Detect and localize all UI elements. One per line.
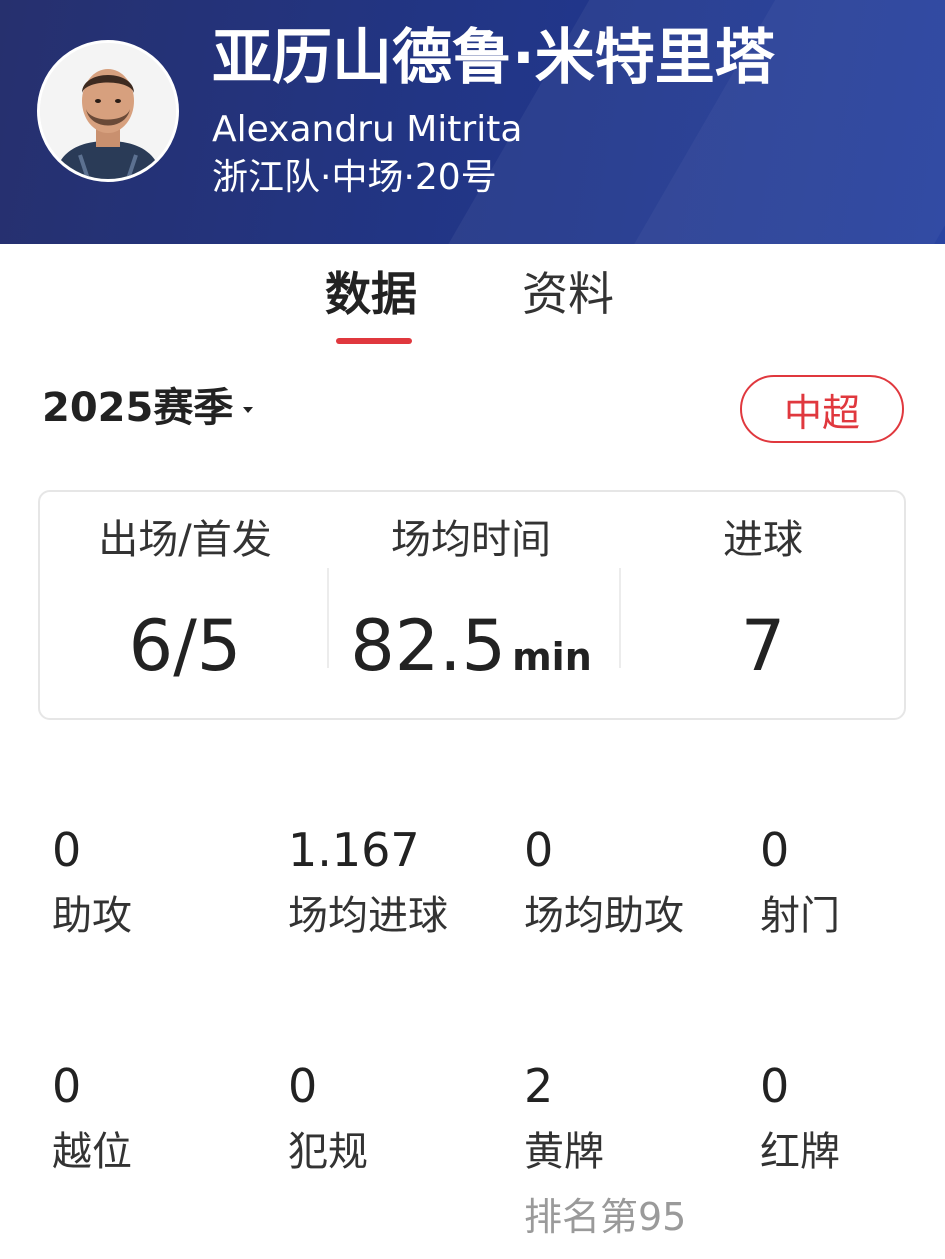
value-number: 82.5 — [350, 605, 507, 687]
stat-value: 0 — [760, 1059, 790, 1113]
summary-label: 出场/首发 — [98, 517, 272, 563]
value-number: 7 — [740, 605, 786, 687]
stat-value: 0 — [524, 823, 554, 877]
summary-value: 82.5 min — [326, 604, 616, 699]
player-name-chinese: 亚历山德鲁·米特里塔 — [212, 23, 775, 93]
stat-value: 0 — [52, 823, 82, 877]
stat-value: 0 — [288, 1059, 318, 1113]
stat-label: 场均助攻 — [524, 893, 684, 939]
season-label: 2025赛季 — [42, 385, 234, 431]
league-filter-button[interactable]: 中超 — [740, 375, 904, 443]
stat-label: 犯规 — [288, 1129, 368, 1175]
value-number: 6/5 — [128, 605, 242, 687]
season-selector[interactable]: 2025赛季 — [42, 380, 254, 436]
player-avatar — [37, 40, 179, 182]
unit-label: min — [512, 635, 592, 679]
summary-value: 7 — [618, 604, 908, 688]
summary-appearances: 出场/首发 6/5 — [40, 492, 330, 718]
stat-shots: 0 射门 — [760, 822, 945, 942]
stat-value: 1.167 — [288, 823, 420, 877]
player-name-english: Alexandru Mitrita — [212, 109, 523, 150]
summary-card: 出场/首发 6/5 场均时间 82.5 min 进球 7 — [38, 490, 906, 720]
player-team-position-number: 浙江队·中场·20号 — [212, 157, 497, 198]
summary-label: 进球 — [723, 517, 803, 563]
stat-label: 黄牌 — [524, 1129, 604, 1175]
stat-value: 0 — [760, 823, 790, 877]
stat-fouls: 0 犯规 — [288, 1058, 498, 1178]
stat-assists: 0 助攻 — [52, 822, 262, 942]
stat-value: 2 — [524, 1059, 554, 1113]
stat-red-cards: 0 红牌 — [760, 1058, 945, 1178]
stat-assists-per-game: 0 场均助攻 — [524, 822, 734, 942]
tab-profile[interactable]: 资料 — [522, 264, 614, 324]
summary-goals: 进球 7 — [618, 492, 908, 718]
caret-down-icon — [243, 407, 254, 413]
stat-label: 助攻 — [52, 893, 132, 939]
stat-offsides: 0 越位 — [52, 1058, 262, 1178]
stat-goals-per-game: 1.167 场均进球 — [288, 822, 498, 942]
player-photo — [40, 43, 176, 179]
summary-label: 场均时间 — [391, 517, 551, 563]
stat-label: 越位 — [52, 1129, 132, 1175]
stat-label: 场均进球 — [288, 893, 448, 939]
stat-value: 0 — [52, 1059, 82, 1113]
yellow-card-rank: 排名第95 — [524, 1195, 687, 1239]
player-header: 亚历山德鲁·米特里塔 Alexandru Mitrita 浙江队·中场·20号 — [0, 0, 945, 244]
active-tab-indicator — [336, 338, 412, 344]
stat-label: 红牌 — [760, 1129, 840, 1175]
stat-yellow-cards: 2 黄牌 — [524, 1058, 734, 1178]
summary-value: 6/5 — [40, 604, 330, 688]
summary-avg-minutes: 场均时间 82.5 min — [326, 492, 616, 718]
tab-data[interactable]: 数据 — [325, 264, 417, 324]
stat-label: 射门 — [760, 893, 840, 939]
